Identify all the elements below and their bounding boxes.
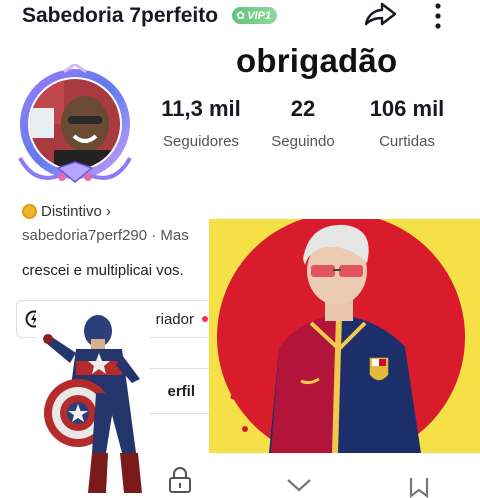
following-count[interactable]: 22 — [268, 96, 338, 122]
vip-badge: ✿ VIP1 — [232, 7, 278, 24]
player-sticker — [209, 219, 480, 453]
heart-icon[interactable] — [286, 476, 312, 498]
lock-icon[interactable] — [168, 466, 192, 494]
followers-label: Seguidores — [163, 133, 239, 150]
notification-dot — [202, 316, 208, 322]
bookmark-icon[interactable] — [408, 474, 430, 498]
more-icon[interactable] — [428, 2, 448, 32]
following-label: Seguindo — [271, 133, 335, 150]
share-icon[interactable] — [362, 0, 398, 28]
badge-label: Distintivo — [41, 203, 102, 220]
vip-badge-label: VIP1 — [247, 9, 272, 22]
profile-username: Sabedoria 7perfeito — [22, 4, 219, 27]
avatar[interactable] — [14, 64, 136, 188]
chevron-right-icon: › — [105, 203, 111, 220]
superhero-sticker — [36, 303, 150, 498]
badge-link[interactable]: Distintivo › — [22, 203, 111, 220]
profile-bio: crescei e multiplicai vos. — [22, 262, 184, 279]
vip-leaf-icon: ✿ — [236, 10, 246, 22]
thanks-sticker-text: obrigadão — [236, 42, 398, 79]
likes-label: Curtidas — [379, 133, 435, 150]
followers-count[interactable]: 11,3 mil — [156, 96, 246, 122]
creator-tools-label: riador — [155, 310, 194, 328]
badge-icon — [22, 204, 37, 219]
profile-handle: sabedoria7perf290 · Mas — [22, 227, 189, 244]
likes-count[interactable]: 106 mil — [360, 96, 454, 122]
